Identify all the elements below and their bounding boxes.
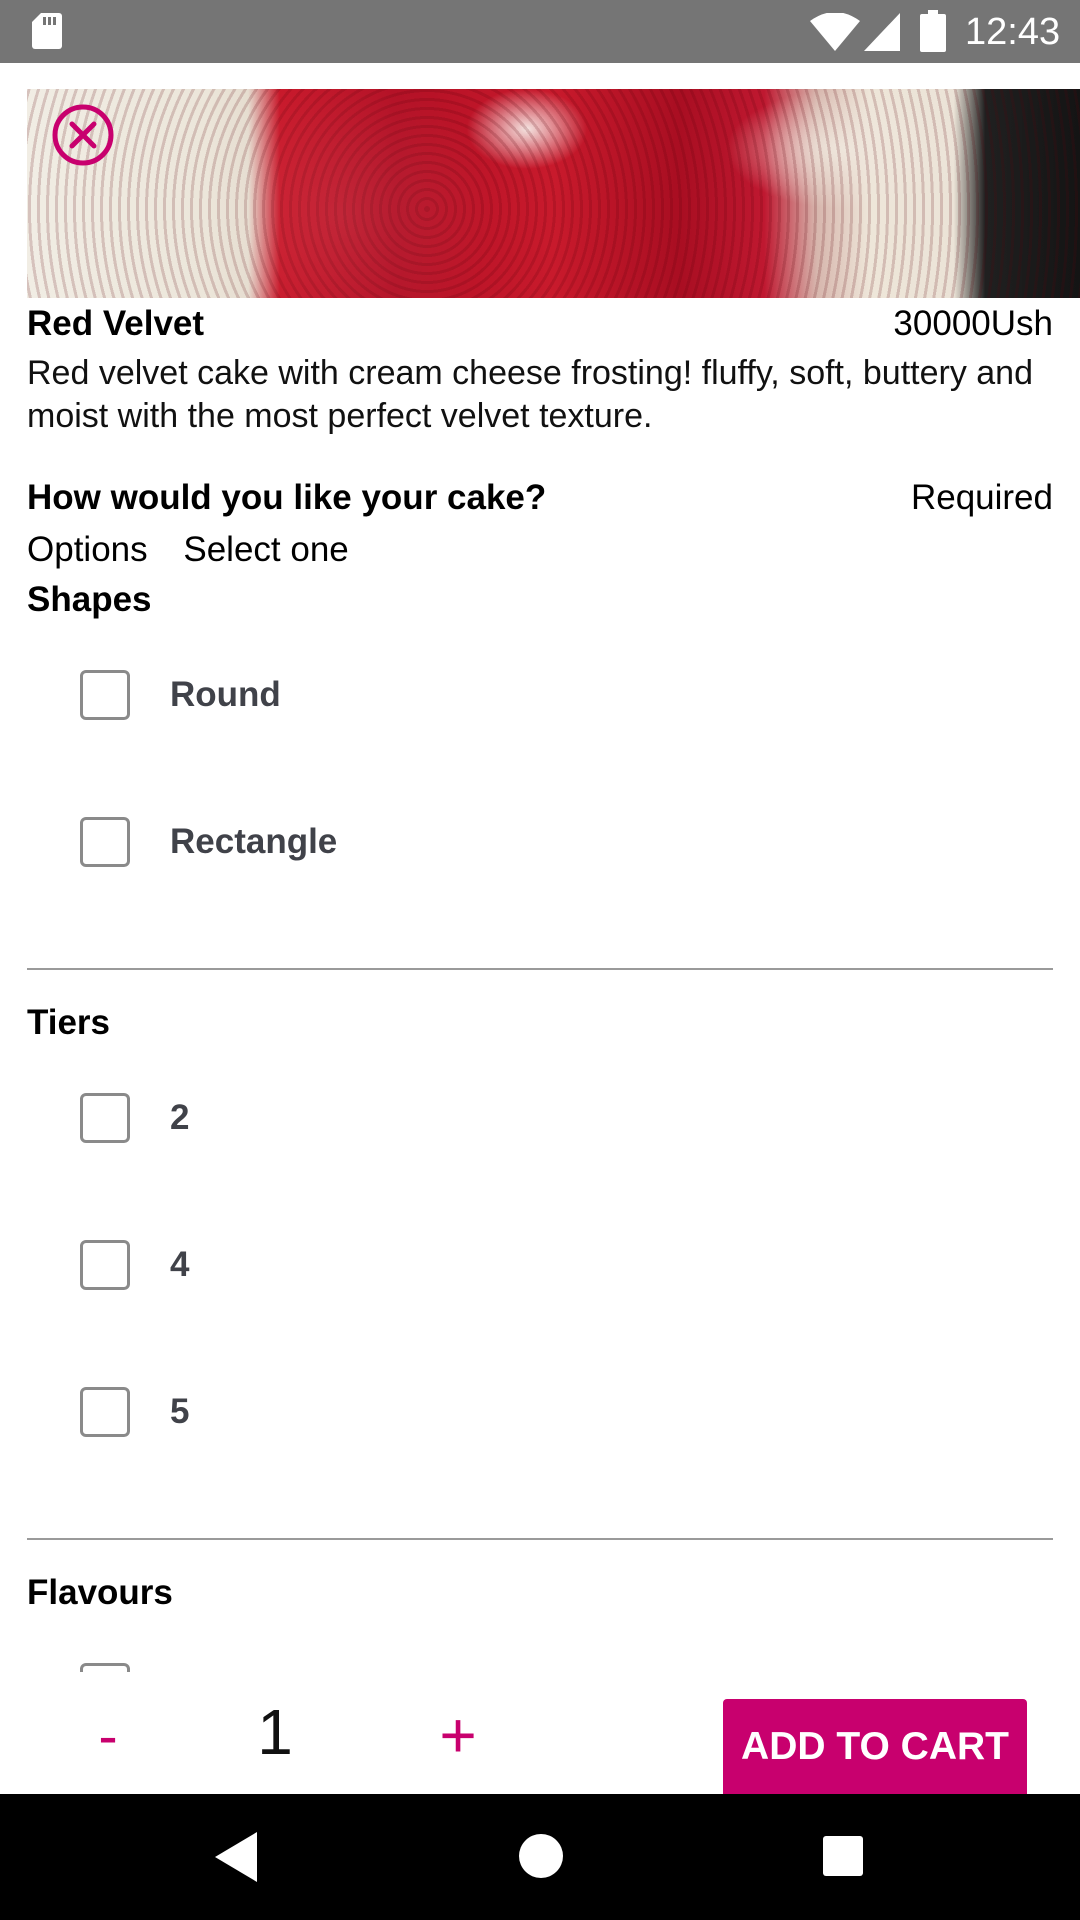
option-tier-5[interactable]: 5 xyxy=(80,1387,980,1441)
recents-icon[interactable] xyxy=(823,1836,863,1876)
clock: 12:43 xyxy=(965,11,1061,53)
product-name: Red Velvet xyxy=(27,304,205,343)
option-round[interactable]: Round xyxy=(80,670,980,724)
checkbox[interactable] xyxy=(80,817,130,867)
group-title-shapes: Shapes xyxy=(27,580,152,619)
checkbox[interactable] xyxy=(80,1240,130,1290)
options-hint-row: Options Select one xyxy=(27,528,349,572)
navigation-bar xyxy=(0,1794,1080,1920)
signal-icon xyxy=(864,13,900,51)
cake-photo xyxy=(27,89,1080,298)
option-label: 4 xyxy=(170,1245,190,1284)
option-rectangle[interactable]: Rectangle xyxy=(80,817,980,871)
home-icon[interactable] xyxy=(519,1834,563,1878)
product-image xyxy=(27,89,1080,298)
option-label: 5 xyxy=(170,1392,190,1431)
product-price: 30000Ush xyxy=(893,304,1053,343)
sd-card-icon xyxy=(32,13,62,49)
back-icon[interactable] xyxy=(215,1832,257,1882)
checkbox[interactable] xyxy=(80,1093,130,1143)
group-title-flavours: Flavours xyxy=(27,1573,173,1612)
option-tier-4[interactable]: 4 xyxy=(80,1240,980,1294)
battery-icon xyxy=(920,10,946,52)
divider xyxy=(27,1538,1053,1540)
group-title-tiers: Tiers xyxy=(27,1003,111,1042)
increase-quantity-button[interactable]: + xyxy=(430,1700,486,1770)
quantity-value: 1 xyxy=(257,1696,293,1768)
checkbox[interactable] xyxy=(80,670,130,720)
divider xyxy=(27,968,1053,970)
checkbox[interactable] xyxy=(80,1387,130,1437)
status-bar: 12:43 xyxy=(0,0,1080,63)
option-label: Rectangle xyxy=(170,822,338,861)
option-label: Round xyxy=(170,675,281,714)
options-question: How would you like your cake? xyxy=(27,478,547,517)
wifi-icon xyxy=(810,13,860,51)
product-title-row: Red Velvet 30000Ush xyxy=(27,302,1053,346)
option-tier-2[interactable]: 2 xyxy=(80,1093,980,1147)
close-icon[interactable] xyxy=(51,103,115,167)
product-description: Red velvet cake with cream cheese frosti… xyxy=(27,354,1034,435)
options-label: Options xyxy=(27,530,148,569)
select-one-label: Select one xyxy=(183,530,349,569)
option-label: 2 xyxy=(170,1098,190,1137)
add-to-cart-button[interactable]: ADD TO CART xyxy=(723,1699,1027,1795)
options-question-row: How would you like your cake? Required xyxy=(27,476,1053,520)
decrease-quantity-button[interactable]: - xyxy=(88,1702,128,1772)
cart-bar: - 1 + ADD TO CART xyxy=(0,1672,1080,1795)
required-label: Required xyxy=(910,478,1053,517)
